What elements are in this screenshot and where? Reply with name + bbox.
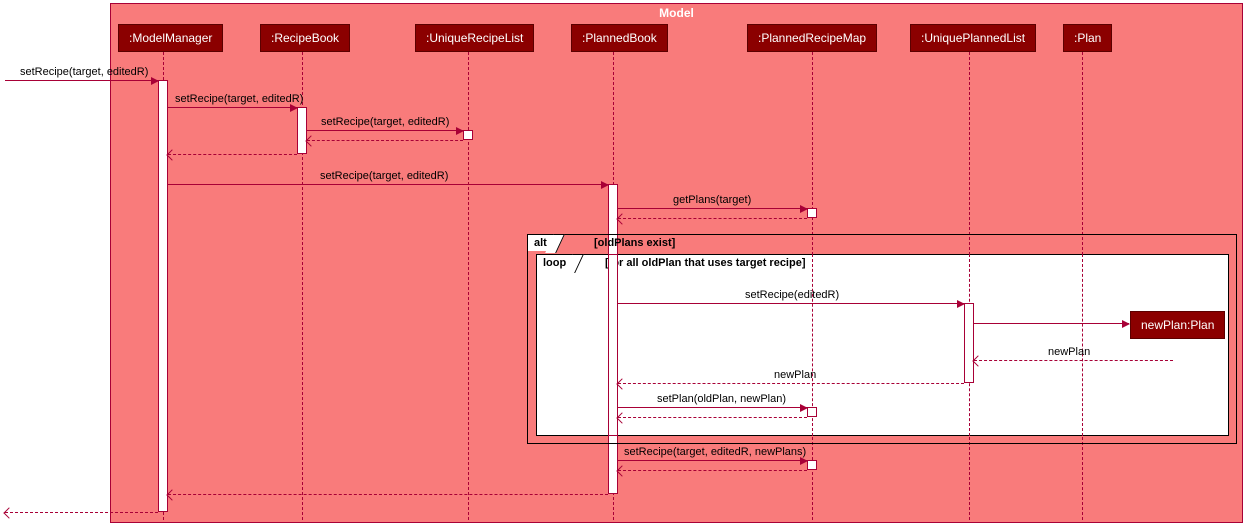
lifeline	[1082, 254, 1083, 436]
participant-modelmanager: :ModelManager	[118, 24, 223, 52]
message-arrow	[168, 107, 297, 108]
return-arrow	[168, 494, 608, 495]
message-label: newPlan	[774, 369, 816, 381]
message-label: setRecipe(editedR)	[745, 289, 839, 301]
message-arrow	[307, 130, 463, 131]
participant-newplan: newPlan:Plan	[1130, 311, 1225, 339]
activation	[297, 107, 307, 154]
participant-uniquerecipelist: :UniqueRecipeList	[415, 24, 534, 52]
return-arrow	[618, 218, 807, 219]
loop-label: loop	[536, 254, 574, 271]
activation	[964, 303, 974, 383]
message-label: setRecipe(target, editedR)	[20, 66, 148, 78]
activation	[158, 80, 168, 512]
return-arrow	[168, 154, 297, 155]
loop-guard: [for all oldPlan that uses target recipe…	[605, 257, 806, 269]
message-label: setRecipe(target, editedR)	[320, 170, 448, 182]
return-arrow	[307, 140, 463, 141]
message-arrow	[618, 460, 807, 461]
message-arrow	[618, 303, 964, 304]
alt-label: alt	[527, 234, 555, 251]
return-arrow	[618, 417, 807, 418]
alt-guard: [oldPlans exist]	[594, 237, 675, 249]
create-arrow	[974, 323, 1129, 324]
message-label: setRecipe(target, editedR, newPlans)	[624, 446, 806, 458]
message-label: newPlan	[1048, 346, 1090, 358]
activation	[608, 254, 618, 436]
message-arrow	[168, 184, 608, 185]
participant-plannedrecipemap: :PlannedRecipeMap	[747, 24, 877, 52]
loop-fragment: loop [for all oldPlan that uses target r…	[536, 254, 1229, 436]
return-arrow	[5, 512, 158, 513]
message-arrow	[618, 208, 807, 209]
participant-plannedbook: :PlannedBook	[571, 24, 668, 52]
return-arrow	[618, 383, 964, 384]
activation	[807, 208, 817, 218]
message-label: setRecipe(target, editedR)	[321, 116, 449, 128]
frame-title: Model	[653, 4, 700, 22]
participant-uniqueplannedlist: :UniquePlannedList	[910, 24, 1036, 52]
return-arrow	[618, 470, 807, 471]
lifeline	[468, 52, 469, 520]
message-label: setPlan(oldPlan, newPlan)	[657, 393, 786, 405]
activation	[463, 130, 473, 140]
message-label: getPlans(target)	[673, 194, 751, 206]
activation	[807, 460, 817, 470]
participant-plan: :Plan	[1063, 24, 1112, 52]
return-arrow	[974, 360, 1173, 361]
activation	[807, 407, 817, 417]
message-arrow	[618, 407, 807, 408]
participant-recipebook: :RecipeBook	[260, 24, 350, 52]
message-arrow	[5, 80, 158, 81]
message-label: setRecipe(target, editedR)	[175, 93, 303, 105]
